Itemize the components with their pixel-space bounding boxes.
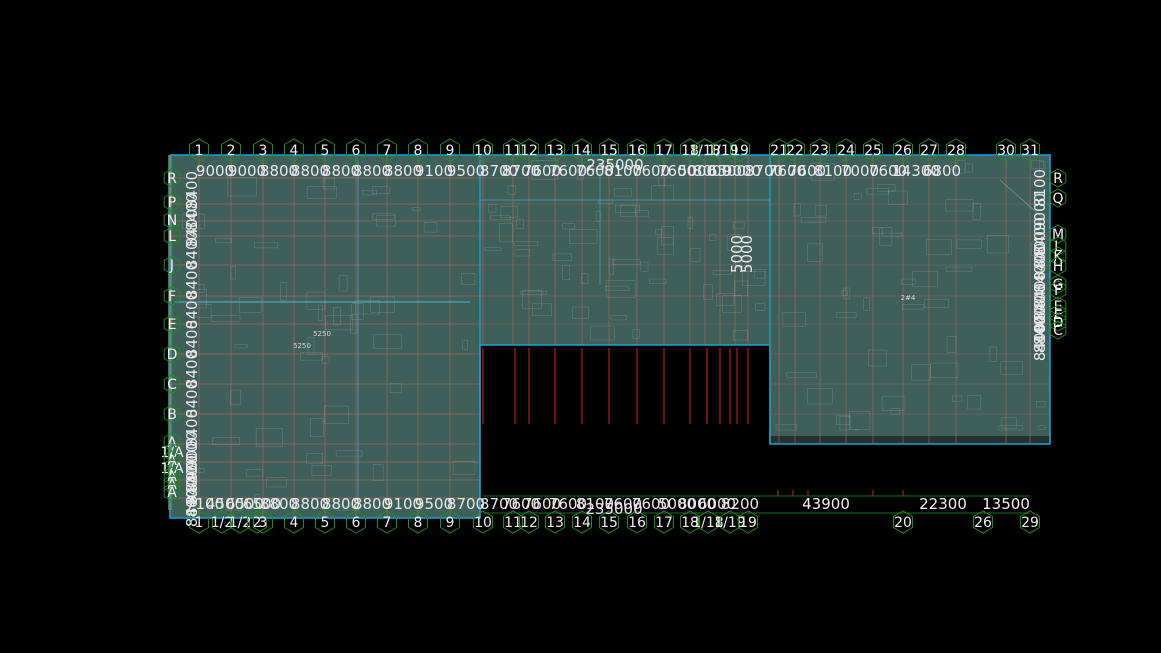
left-grid-bubble: D	[167, 347, 178, 363]
bottom-grid-bubble: 12	[520, 515, 538, 531]
bottom-grid-bubble: 5	[321, 515, 330, 531]
left-grid-bubble: C	[167, 377, 177, 393]
bottom-grid-bubble: 20	[894, 515, 912, 531]
tiny-label: 5250	[313, 330, 331, 338]
top-grid-bubble: 4	[290, 143, 299, 159]
left-grid-bubble: R	[167, 171, 177, 187]
tiny-label: 2#4	[901, 294, 916, 302]
top-grid-bubble: 5	[321, 143, 330, 159]
left-grid-bubble: J	[169, 258, 174, 274]
left-grid-bubble: A	[167, 485, 177, 501]
top-grid-bubble: 19	[731, 143, 749, 159]
top-grid-bubble: 30	[997, 143, 1015, 159]
top-grid-bubble: 8	[414, 143, 423, 159]
top-grid-bubble: 26	[894, 143, 912, 159]
top-grid-bubble: 25	[864, 143, 882, 159]
bottom-grid-bubble: 17	[655, 515, 673, 531]
floor-slabs	[170, 155, 1050, 518]
bottom-grid-bubble: 19	[739, 515, 757, 531]
bottom-grid-bubble: 10	[474, 515, 492, 531]
top-grid-bubble: 17	[655, 143, 673, 159]
top-grid-bubble: 28	[947, 143, 965, 159]
bottom-segment-dimension: 13500	[982, 495, 1030, 513]
top-grid-bubble: 3	[259, 143, 268, 159]
center-wing-slab	[480, 155, 770, 345]
left-grid-bubble: L	[168, 229, 176, 245]
bottom-grid-bubble: 6	[352, 515, 361, 531]
top-grid-bubble: 10	[474, 143, 492, 159]
top-grid-bubble: 23	[811, 143, 829, 159]
top-grid-bubble: 12	[520, 143, 538, 159]
left-grid-bubble: F	[168, 289, 176, 305]
cad-drawing-canvas[interactable]: 1 2 3 4 5 6 7 8 9 10 1112 13 14 15 16 17 181/181/1919 212…	[0, 0, 1161, 653]
top-dimension: 6800	[923, 162, 961, 180]
mid-dimension: 5000	[738, 235, 756, 273]
left-dimension: 8400	[183, 489, 201, 527]
top-grid-bubble: 31	[1021, 143, 1039, 159]
bottom-total-dimension: 235000	[585, 500, 642, 518]
left-grid-bubble: P	[168, 195, 176, 211]
bottom-segment-dimension: 43900	[802, 495, 850, 513]
top-grid-bubble: 27	[920, 143, 938, 159]
bottom-grid-bubble: 26	[974, 515, 992, 531]
top-grid-bubble: 6	[352, 143, 361, 159]
bottom-grid-bubble: 9	[446, 515, 455, 531]
right-wing-base-strip	[770, 436, 1050, 444]
bottom-dimension: 8200	[721, 495, 759, 513]
right-dimension: 8400	[1031, 323, 1049, 361]
top-grid-bubble: 2	[227, 143, 236, 159]
tiny-label: 5250	[293, 342, 311, 350]
bottom-segment-dimension: 22300	[919, 495, 967, 513]
bottom-grid-bubble: 29	[1021, 515, 1039, 531]
top-grid-bubble: 1	[195, 143, 204, 159]
left-grid-bubble: B	[167, 407, 177, 423]
right-grid-bubble: H	[1053, 259, 1064, 275]
top-total-dimension: 235000	[586, 156, 643, 174]
top-grid-bubble: 7	[383, 143, 392, 159]
top-grid-bubble: 24	[837, 143, 855, 159]
right-grid-bubble: Q	[1052, 191, 1063, 207]
top-grid-bubble: 9	[446, 143, 455, 159]
right-grid-bubble: C	[1053, 323, 1063, 339]
top-grid-bubble: 13	[546, 143, 564, 159]
top-grid-bubble: 22	[786, 143, 804, 159]
bottom-grid-bubble: 13	[546, 515, 564, 531]
bottom-grid-bubble: 4	[290, 515, 299, 531]
left-grid-bubble: E	[168, 317, 177, 333]
bottom-grid-bubble: 7	[383, 515, 392, 531]
bottom-grid-bubble: 8	[414, 515, 423, 531]
right-grid-bubble: R	[1053, 171, 1063, 187]
bottom-grid-bubble: 3	[259, 515, 268, 531]
